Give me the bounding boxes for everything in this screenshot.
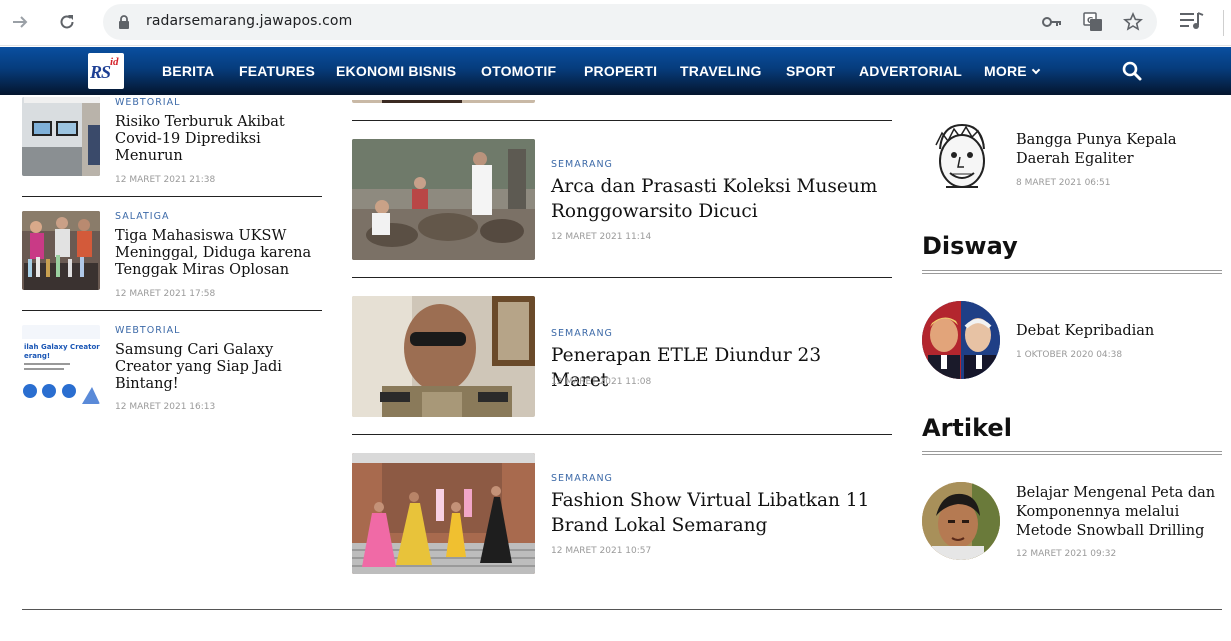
site-logo[interactable]: RS id [88, 53, 124, 89]
article-title[interactable]: Samsung Cari Galaxy Creator yang Siap Ja… [115, 342, 315, 393]
thumbnail-fashion-show[interactable] [352, 453, 535, 574]
article-category[interactable]: SEMARANG [551, 159, 613, 170]
reload-icon[interactable] [53, 8, 81, 36]
article-title[interactable]: Fashion Show Virtual Libatkan 11 Brand L… [551, 488, 881, 538]
chevron-down-icon [1031, 65, 1041, 75]
star-bookmark-icon[interactable] [1122, 11, 1144, 33]
promo-text-line2: erang! [24, 352, 50, 360]
article-date: 8 MARET 2021 06:51 [1016, 178, 1111, 188]
forward-arrow-icon[interactable] [6, 8, 34, 36]
article-title[interactable]: Debat Kepribadian [1016, 322, 1226, 341]
thumbnail-museum-statues[interactable] [352, 139, 535, 260]
thumbnail-samsung-promo[interactable]: ilah Galaxy Creator erang! [22, 325, 100, 404]
nav-item-features[interactable]: FEATURES [239, 63, 315, 79]
article-date: 12 MARET 2021 21:38 [115, 175, 216, 185]
divider [22, 310, 322, 311]
url-text[interactable]: radarsemarang.jawapos.com [146, 13, 352, 29]
toolbar-divider [1223, 10, 1224, 36]
divider [352, 277, 892, 278]
thumbnail-partial[interactable] [352, 95, 535, 103]
article-title[interactable]: Bangga Punya Kepala Daerah Egaliter [1016, 131, 1226, 169]
footer-divider [22, 609, 1222, 610]
article-date: 12 MARET 2021 17:58 [115, 289, 216, 299]
article-date: 12 MARET 2021 10:57 [551, 546, 652, 556]
article-category[interactable]: WEBTORIAL [115, 325, 180, 336]
logo-superscript: id [110, 56, 119, 68]
search-icon[interactable] [1121, 60, 1143, 82]
site-navbar: RS id BERITA FEATURES EKONOMI BISNIS OTO… [0, 47, 1231, 95]
svg-text:G: G [1087, 16, 1094, 25]
article-date: 12 MARET 2021 11:14 [551, 232, 652, 242]
article-category[interactable]: SEMARANG [551, 473, 613, 484]
promo-text-line1: ilah Galaxy Creator [24, 343, 100, 351]
thumbnail-police-officer[interactable] [352, 296, 535, 417]
nav-more-label: MORE [984, 63, 1027, 79]
article-date: 1 OKTOBER 2020 04:38 [1016, 350, 1123, 360]
address-bar[interactable]: radarsemarang.jawapos.com G [103, 4, 1157, 40]
thumbnail-uksw-students[interactable] [22, 211, 100, 290]
divider [352, 434, 892, 435]
article-title[interactable]: Arca dan Prasasti Koleksi Museum Ronggow… [551, 174, 881, 224]
article-category[interactable]: SALATIGA [115, 211, 169, 222]
key-icon[interactable] [1041, 11, 1063, 33]
nav-item-sport[interactable]: SPORT [786, 63, 835, 79]
article-date: 12 MARET 2021 09:32 [1016, 549, 1117, 559]
nav-item-otomotif[interactable]: OTOMOTIF [481, 63, 556, 79]
nav-item-traveling[interactable]: TRAVELING [680, 63, 762, 79]
nav-item-properti[interactable]: PROPERTI [584, 63, 657, 79]
avatar-caricature[interactable] [922, 119, 1000, 197]
browser-toolbar: radarsemarang.jawapos.com G [0, 0, 1231, 46]
avatar-debate[interactable] [922, 301, 1000, 379]
article-title[interactable]: Belajar Mengenal Peta dan Komponennya me… [1016, 484, 1226, 541]
article-category[interactable]: WEBTORIAL [115, 97, 180, 108]
article-title[interactable]: Tiga Mahasiswa UKSW Meninggal, Diduga ka… [115, 228, 315, 279]
article-title[interactable]: Risiko Terburuk Akibat Covid-19 Dipredik… [115, 114, 315, 165]
article-date: 12 MARET 2021 11:08 [551, 377, 652, 387]
nav-item-ekonomi-bisnis[interactable]: EKONOMI BISNIS [336, 63, 456, 79]
nav-item-advertorial[interactable]: ADVERTORIAL [859, 63, 962, 79]
logo-text: RS [90, 62, 111, 82]
divider [22, 196, 322, 197]
heading-underline [922, 451, 1222, 455]
section-heading-artikel[interactable]: Artikel [922, 414, 1012, 442]
media-queue-icon[interactable] [1178, 10, 1206, 34]
thumbnail-covid-office[interactable] [22, 97, 100, 176]
divider [352, 120, 892, 121]
heading-underline [922, 270, 1222, 274]
nav-item-more[interactable]: MORE [984, 63, 1041, 79]
nav-item-berita[interactable]: BERITA [162, 63, 214, 79]
avatar-author[interactable] [922, 482, 1000, 560]
article-category[interactable]: SEMARANG [551, 328, 613, 339]
lock-icon[interactable] [117, 14, 133, 30]
translate-icon[interactable]: G [1082, 11, 1104, 33]
section-heading-disway[interactable]: Disway [922, 232, 1018, 260]
article-date: 12 MARET 2021 16:13 [115, 402, 216, 412]
